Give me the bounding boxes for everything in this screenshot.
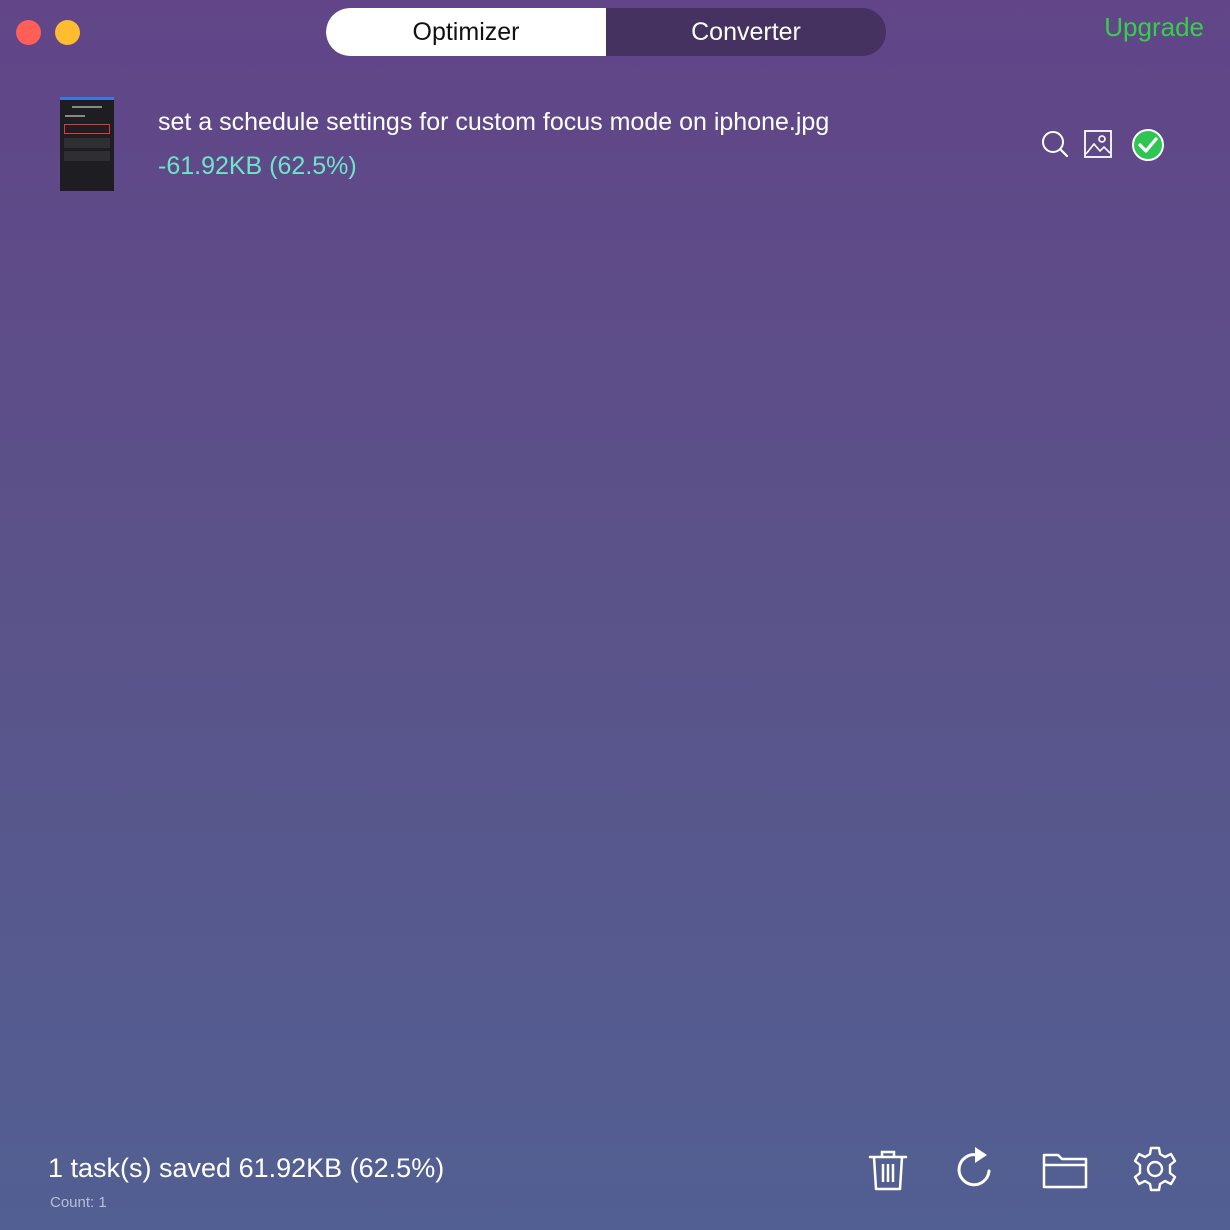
check-circle-icon [1132,129,1164,161]
file-name: set a schedule settings for custom focus… [158,108,830,136]
image-preview-icon[interactable] [1083,129,1113,159]
trash-icon[interactable] [864,1145,912,1193]
file-saved-size: -61.92KB (62.5%) [158,152,357,180]
tab-optimizer[interactable]: Optimizer [326,8,606,56]
file-row: set a schedule settings for custom focus… [0,95,1230,195]
summary-text: 1 task(s) saved 61.92KB (62.5%) [48,1153,445,1183]
mode-tabs: Optimizer Converter [326,8,886,56]
refresh-icon[interactable] [951,1145,999,1193]
count-label: Count: 1 [50,1194,107,1211]
minimize-window-button[interactable] [55,20,80,45]
close-window-button[interactable] [16,20,41,45]
gear-icon[interactable] [1131,1145,1179,1193]
upgrade-link[interactable]: Upgrade [1104,12,1204,43]
search-icon[interactable] [1040,129,1070,159]
folder-icon[interactable] [1041,1145,1089,1193]
file-thumbnail [60,97,114,191]
tab-converter[interactable]: Converter [606,8,886,56]
